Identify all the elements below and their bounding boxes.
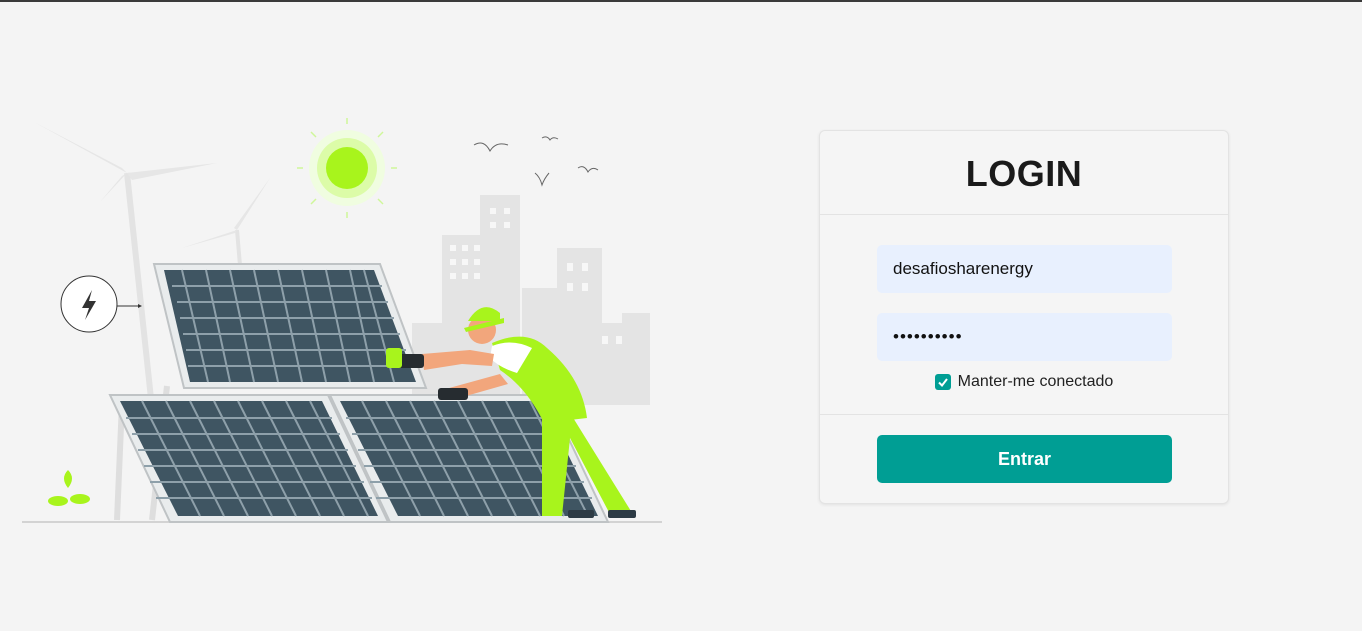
login-card-header: LOGIN: [820, 131, 1228, 215]
solar-energy-illustration: [22, 118, 662, 523]
username-input[interactable]: [877, 245, 1172, 293]
login-submit-button[interactable]: Entrar: [877, 435, 1172, 483]
sun-icon: [297, 118, 397, 218]
top-border: [0, 0, 1362, 2]
login-title: LOGIN: [965, 152, 1083, 194]
check-icon[interactable]: [934, 374, 951, 390]
remember-me-checkbox[interactable]: Manter-me conectado: [820, 373, 1228, 391]
login-card: LOGIN Manter-me conectado Entrar: [819, 130, 1229, 504]
lightning-icon: [60, 275, 142, 333]
login-card-footer: Entrar: [820, 415, 1228, 503]
remember-me-label: Manter-me conectado: [957, 373, 1114, 390]
password-input[interactable]: [877, 313, 1172, 361]
solar-panel: [152, 263, 428, 389]
birds: [473, 136, 599, 187]
plant: [48, 470, 90, 520]
login-form-body: Manter-me conectado: [820, 215, 1228, 415]
